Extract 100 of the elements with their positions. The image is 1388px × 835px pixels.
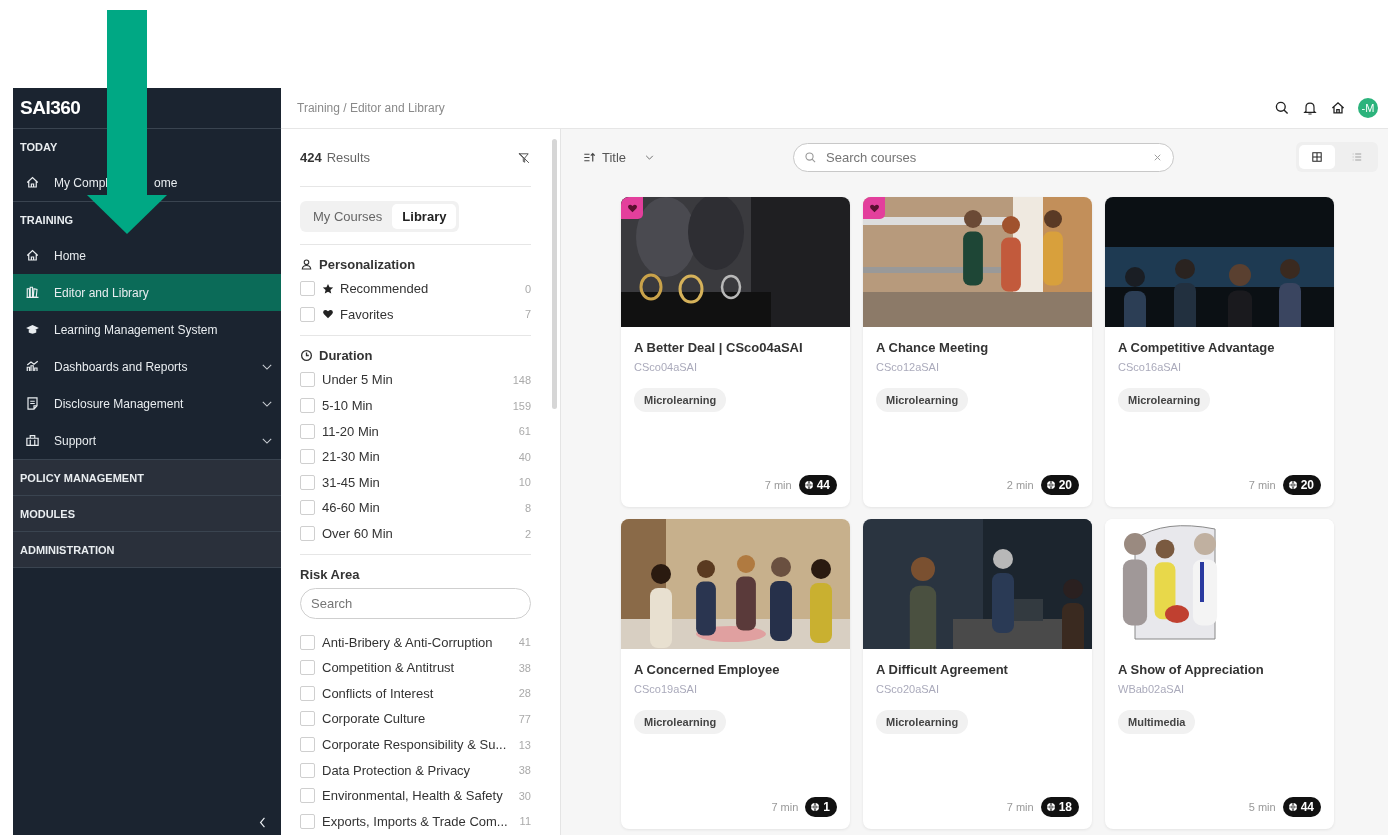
sort-dropdown[interactable]: Title [583,149,793,165]
nav-label: Disclosure Management [54,396,184,411]
checkbox[interactable] [300,423,315,439]
option-label: Corporate Culture [322,711,426,727]
duration: 7 min [1248,479,1276,491]
option-count: 38 [518,764,531,777]
search-icon[interactable] [1274,100,1290,116]
results-label: Results [326,150,372,165]
checkbox[interactable] [300,306,315,322]
option-count: 30 [518,789,531,802]
duration: 2 min [1006,479,1034,491]
nav-label: My Compl [54,175,108,190]
course-card[interactable]: A Chance Meeting CSco12aSAI Microlearning 2 min 20 [863,197,1092,507]
checkbox[interactable] [300,281,315,297]
section-header[interactable]: MODULES [13,496,281,532]
option-count: 40 [518,450,531,463]
option-count: 77 [518,712,531,725]
option-label: Exports, Imports & Trade Com... [322,813,508,829]
search-icon [804,150,817,164]
checkbox[interactable] [300,372,315,388]
language-count: 20 [1300,478,1314,492]
option-count: 0 [524,282,531,295]
option-count: 2 [524,527,531,540]
tab[interactable]: My Courses [303,204,393,229]
nav-item[interactable]: Learning Management System [13,311,281,348]
nav-item[interactable]: My Compl ome [13,164,281,201]
option-count: 28 [518,687,531,700]
nav-item[interactable]: Editor and Library [13,274,281,311]
course-code: CSco19aSAI [634,683,698,695]
checkbox[interactable] [300,474,315,490]
nav-item[interactable]: Disclosure Management [13,385,281,422]
course-code: WBab02aSAI [1118,683,1186,695]
course-card[interactable]: A Competitive Advantage CSco16aSAI Microlearning 7 min 20 [1105,197,1334,507]
option-count: 8 [524,501,531,514]
heart-icon [322,308,334,321]
group-title: Duration [319,348,373,364]
checkbox[interactable] [300,711,315,727]
nav-item[interactable]: Support [13,422,281,459]
course-title: A Better Deal | CSco04aSAI [634,340,804,355]
section-header[interactable]: POLICY MANAGEMENT [13,460,281,496]
globe-icon [1045,480,1056,490]
checkbox[interactable] [300,449,315,465]
person-icon [300,258,313,271]
chart-icon [25,359,40,374]
checkbox[interactable] [300,398,315,414]
option-count: 7 [524,308,531,321]
checkbox[interactable] [300,634,315,650]
home-icon[interactable] [1330,100,1346,116]
heart-icon [868,202,880,214]
option-label: Conflicts of Interest [322,685,434,701]
checkbox[interactable] [300,813,315,829]
nav-label: Home [54,248,86,263]
filter-clear-icon[interactable] [517,150,531,165]
course-type-tag: Multimedia [1118,710,1196,734]
checkbox[interactable] [300,660,315,676]
course-title: A Chance Meeting [876,340,990,355]
course-code: CSco16aSAI [1118,361,1182,373]
search-field[interactable]: Search courses [793,142,1174,172]
section-title[interactable]: TRAINING [13,202,281,237]
course-card[interactable]: A Concerned Employee CSco19aSAI Microlearning 7 min 1 [621,519,850,829]
option-label: Competition & Antitrust [322,660,455,676]
option-count: 61 [518,425,531,438]
course-code: CSco12aSAI [876,361,940,373]
section-header[interactable]: ADMINISTRATION [13,532,281,568]
course-type-tag: Microlearning [1118,388,1211,412]
favorite-badge[interactable] [621,197,643,219]
checkbox[interactable] [300,500,315,516]
scrollbar[interactable] [552,139,557,409]
option-count: 10 [518,476,531,489]
duration: 5 min [1248,801,1276,813]
favorite-badge[interactable] [863,197,885,219]
course-type-tag: Microlearning [876,388,969,412]
duration: 7 min [771,801,799,813]
course-card[interactable]: A Better Deal | CSco04aSAI CSco04aSAI Microlearning 7 min 44 [621,197,850,507]
checkbox[interactable] [300,685,315,701]
option-label: Recommended [340,281,429,297]
checkbox[interactable] [300,526,315,542]
search-field[interactable]: Search [300,588,531,620]
document-icon [25,396,40,411]
nav-item[interactable]: Dashboards and Reports [13,348,281,385]
course-card[interactable]: A Show of Appreciation WBab02aSAI Multimedia 5 min 44 [1105,519,1334,829]
language-count: 20 [1058,478,1072,492]
section-title[interactable]: TODAY [13,129,281,164]
checkbox[interactable] [300,737,315,752]
group-title: Personalization [319,257,416,272]
option-label: Over 60 Min [322,526,393,542]
nav-item[interactable]: Home [13,237,281,274]
language-count: 44 [816,478,830,492]
grid-view-button[interactable] [1299,145,1335,169]
tab[interactable]: Library [392,204,457,229]
checkbox[interactable] [300,762,315,778]
option-count: 159 [512,399,531,412]
checkbox[interactable] [300,788,315,804]
option-label: Environmental, Health & Safety [322,788,503,804]
course-card[interactable]: A Difficult Agreement CSco20aSAI Microlearning 7 min 18 [863,519,1092,829]
nav-label: Support [54,433,97,448]
sort-icon [583,150,596,164]
course-code: CSco20aSAI [876,683,940,695]
bell-icon[interactable] [1302,100,1318,116]
home-icon [25,175,40,190]
